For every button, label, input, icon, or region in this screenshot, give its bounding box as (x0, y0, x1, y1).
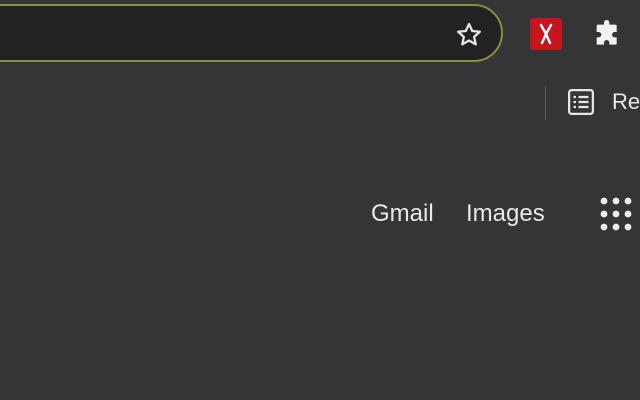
puzzle-icon[interactable] (592, 18, 624, 50)
scissors-icon (539, 23, 553, 45)
address-bar[interactable] (0, 4, 503, 62)
bookmarks-divider (545, 86, 546, 120)
images-link[interactable]: Images (466, 200, 545, 228)
red-extension-icon[interactable] (530, 18, 562, 50)
bookmarks-bar: Re (0, 80, 640, 143)
reading-list-icon[interactable] (566, 86, 596, 118)
star-icon[interactable] (454, 20, 484, 50)
reading-list-label[interactable]: Re (612, 89, 640, 115)
google-homepage: Gmail Images (0, 142, 640, 400)
browser-window: Re Gmail Images (0, 0, 640, 400)
browser-toolbar (0, 0, 640, 80)
gmail-link[interactable]: Gmail (371, 200, 434, 228)
apps-grid-icon[interactable] (599, 195, 635, 233)
